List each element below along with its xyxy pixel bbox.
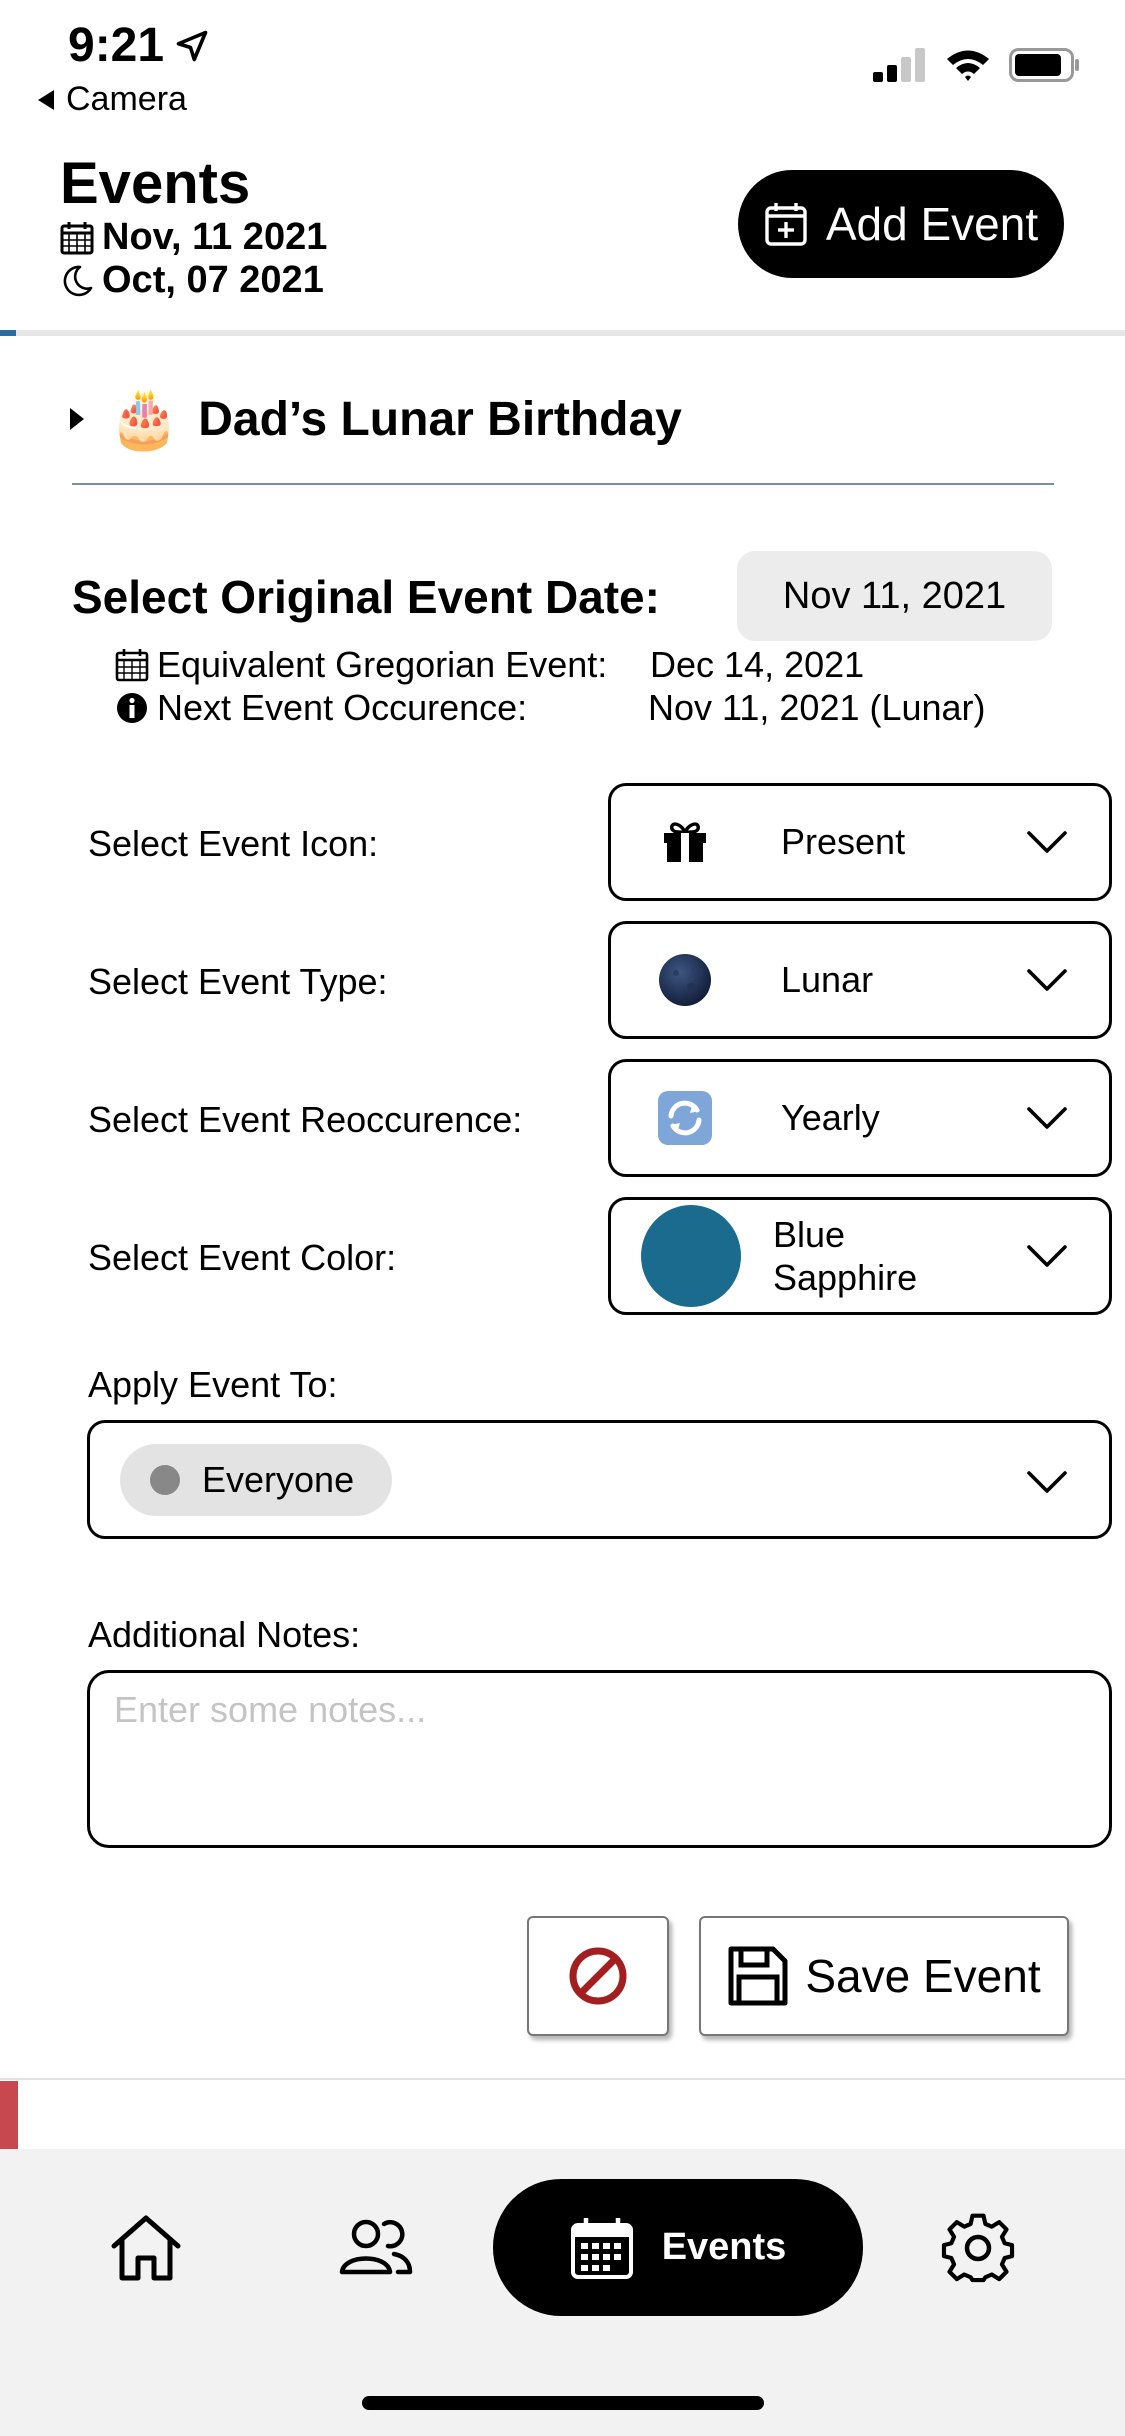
save-event-label: Save Event <box>805 1950 1041 2002</box>
lunar-date-text: Oct, 07 2021 <box>102 259 324 301</box>
calendar-icon <box>570 2217 633 2279</box>
repeat-icon <box>635 1068 735 1168</box>
event-color-select[interactable]: Blue Sapphire <box>608 1197 1112 1315</box>
caret-right-icon <box>70 408 84 430</box>
event-recurrence-label: Select Event Reoccurence: <box>88 1099 523 1140</box>
equivalent-gregorian-row: Equivalent Gregorian Event: <box>115 644 607 686</box>
moon-icon <box>635 930 735 1030</box>
apply-event-select[interactable]: Everyone <box>87 1420 1112 1539</box>
event-color-label: Select Event Color: <box>88 1237 397 1278</box>
equivalent-gregorian-value: Dec 14, 2021 <box>650 644 865 685</box>
home-indicator <box>362 2396 764 2410</box>
event-type-label: Select Event Type: <box>88 961 388 1002</box>
add-event-label: Add Event <box>825 198 1039 250</box>
tag-dot-icon <box>150 1464 180 1495</box>
page-title: Events <box>60 151 251 216</box>
signal-icon <box>873 48 925 82</box>
moon-icon <box>63 265 93 296</box>
wifi-icon <box>947 50 989 81</box>
event-expand-toggle[interactable]: 🎂 Dad’s Lunar Birthday <box>70 390 682 448</box>
people-icon[interactable] <box>338 2210 414 2286</box>
header-divider <box>0 330 1125 336</box>
birthday-cake-icon: 🎂 <box>108 386 181 451</box>
notes-input[interactable] <box>90 1673 1109 1845</box>
bottom-divider <box>0 2078 1125 2080</box>
lunar-date: Oct, 07 2021 <box>60 259 324 302</box>
chevron-down-icon <box>1027 1107 1067 1129</box>
everyone-tag[interactable]: Everyone <box>120 1443 393 1516</box>
chevron-down-icon <box>1027 831 1067 853</box>
next-occurrence-row: Next Event Occurence: <box>115 687 527 729</box>
floppy-disk-icon <box>728 1946 788 2006</box>
add-event-button[interactable]: Add Event <box>738 170 1064 278</box>
cancel-button[interactable] <box>527 1916 669 2036</box>
back-to-camera-link[interactable]: Camera <box>36 80 187 119</box>
status-icons <box>873 48 1081 82</box>
equivalent-gregorian-label: Equivalent Gregorian Event: <box>157 644 608 685</box>
gregorian-date: Nov, 11 2021 <box>60 216 327 259</box>
tab-events[interactable]: Events <box>493 2179 863 2316</box>
calendar-icon <box>115 649 149 682</box>
next-occurrence-label: Next Event Occurence: <box>157 687 528 728</box>
location-arrow-icon <box>176 30 208 61</box>
event-icon-value: Present <box>781 821 906 863</box>
apply-event-label: Apply Event To: <box>88 1364 338 1405</box>
event-recurrence-select[interactable]: Yearly <box>608 1059 1112 1177</box>
original-date-label: Select Original Event Date: <box>72 571 660 623</box>
info-icon <box>117 693 147 723</box>
calendar-icon <box>60 221 94 254</box>
gear-icon[interactable] <box>940 2210 1016 2286</box>
status-time-text: 9:21 <box>68 19 165 72</box>
calendar-plus-icon <box>765 203 807 246</box>
status-time: 9:21 <box>68 18 210 73</box>
chevron-down-icon <box>1027 969 1067 991</box>
next-occurrence-value: Nov 11, 2021 (Lunar) <box>648 687 986 728</box>
event-type-value: Lunar <box>781 959 874 1001</box>
back-label: Camera <box>66 80 187 118</box>
battery-icon <box>1009 48 1079 82</box>
event-color-value: Blue Sapphire <box>773 1213 1025 1299</box>
event-color-value-line2: Sapphire <box>773 1257 918 1298</box>
everyone-tag-label: Everyone <box>202 1458 355 1500</box>
back-triangle-icon <box>38 89 54 110</box>
event-icon-label: Select Event Icon: <box>88 823 379 864</box>
save-event-button[interactable]: Save Event <box>699 1916 1069 2036</box>
event-title-divider <box>72 483 1054 485</box>
chevron-down-icon <box>1027 1471 1067 1493</box>
tab-events-label: Events <box>661 2226 787 2268</box>
gregorian-date-text: Nov, 11 2021 <box>102 216 328 258</box>
present-icon <box>635 792 735 892</box>
event-recurrence-value: Yearly <box>781 1097 880 1139</box>
prohibited-icon <box>569 1947 627 2005</box>
chevron-down-icon <box>1027 1245 1067 1267</box>
notes-box <box>87 1670 1112 1848</box>
event-title: Dad’s Lunar Birthday <box>198 392 682 446</box>
event-color-value-line1: Blue <box>773 1213 846 1255</box>
original-date-picker[interactable]: Nov 11, 2021 <box>737 551 1052 641</box>
event-type-select[interactable]: Lunar <box>608 921 1112 1039</box>
red-edge-marker <box>0 2081 18 2149</box>
color-swatch <box>641 1205 741 1307</box>
event-icon-select[interactable]: Present <box>608 783 1112 901</box>
home-icon[interactable] <box>108 2210 184 2286</box>
notes-label: Additional Notes: <box>88 1614 361 1655</box>
